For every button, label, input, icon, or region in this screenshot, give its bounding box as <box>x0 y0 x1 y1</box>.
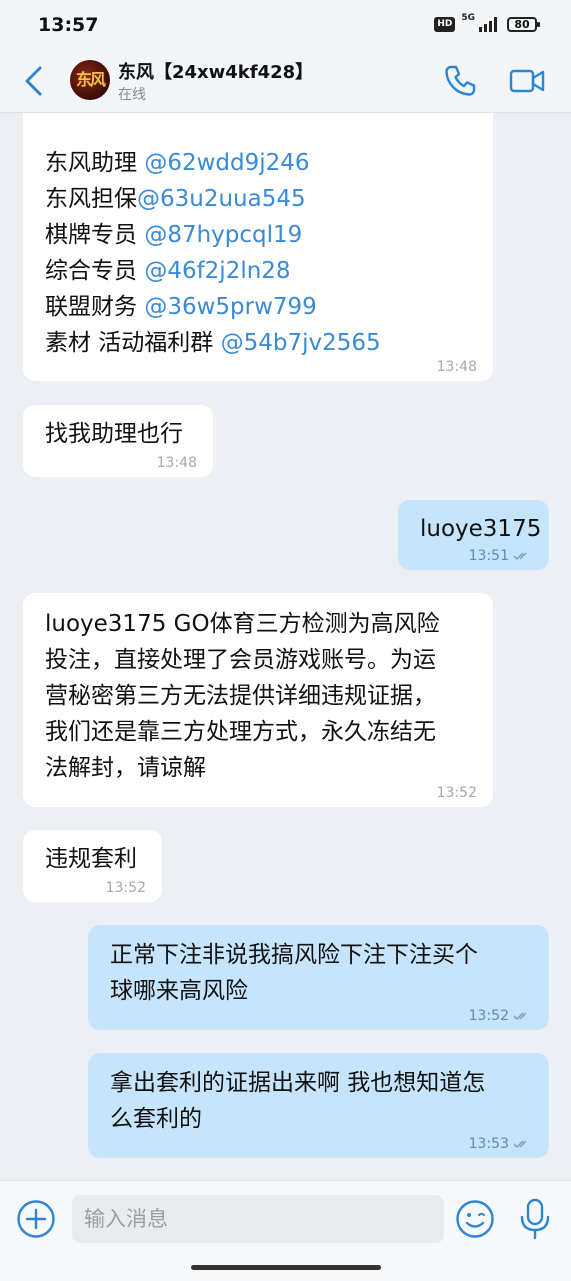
message-bubble-outgoing[interactable]: 正常下注非说我搞风险下注下注买个 球哪来高风险 13:52 <box>88 925 549 1030</box>
avatar-logo-text: 东风 <box>75 70 106 89</box>
contact-handle-link[interactable]: @54b7jv2565 <box>221 330 381 356</box>
contact-handle-link[interactable]: @36w5prw799 <box>144 294 316 320</box>
back-arrow-icon[interactable] <box>20 64 50 98</box>
avatar[interactable]: 东风 <box>70 60 110 100</box>
contact-line: 东风助理 @62wdd9j246 <box>45 150 310 176</box>
microphone-icon[interactable] <box>518 1197 552 1241</box>
read-receipt-icon <box>513 1012 527 1021</box>
contact-handle-link[interactable]: @87hypcql19 <box>144 222 302 248</box>
message-time: 13:52 <box>105 880 146 896</box>
message-list[interactable]: 东风助理 @62wdd9j246 东风担保@63u2uua545 棋牌专员 @8… <box>0 113 571 1180</box>
message-text: 违规套利 <box>45 846 137 872</box>
contact-line: 综合专员 @46f2j2ln28 <box>45 258 291 284</box>
message-input[interactable] <box>72 1195 444 1243</box>
message-bubble-outgoing[interactable]: luoye3175 13:51 <box>398 500 549 570</box>
network-type: 5G <box>461 13 475 23</box>
message-bubble-incoming[interactable]: luoye3175 GO体育三方检测为高风险 投注，直接处理了会员游戏账号。为运… <box>23 593 493 807</box>
message-bubble-incoming[interactable]: 东风助理 @62wdd9j246 东风担保@63u2uua545 棋牌专员 @8… <box>23 113 493 381</box>
message-time: 13:53 <box>469 1136 533 1152</box>
message-text: 找我助理也行 <box>45 421 183 447</box>
message-bubble-incoming[interactable]: 找我助理也行 13:48 <box>23 405 213 477</box>
status-icons: HD 5G 80 <box>434 13 540 32</box>
contact-line: 素材 活动福利群 @54b7jv2565 <box>45 330 381 356</box>
message-text: 拿出套利的证据出来啊 我也想知道怎 么套利的 <box>110 1070 486 1132</box>
online-status: 在线 <box>118 87 146 103</box>
read-receipt-icon <box>513 552 527 561</box>
signal-icon <box>479 17 497 32</box>
message-bubble-incoming[interactable]: 违规套利 13:52 <box>23 830 162 902</box>
battery-icon: 80 <box>507 16 540 32</box>
message-text: 正常下注非说我搞风险下注下注买个 球哪来高风险 <box>110 942 478 1004</box>
message-time: 13:48 <box>436 359 477 375</box>
contact-handle-link[interactable]: @62wdd9j246 <box>144 150 309 176</box>
message-time: 13:52 <box>436 785 477 801</box>
hd-icon: HD <box>434 16 456 32</box>
contact-line: 棋牌专员 @87hypcql19 <box>45 222 303 248</box>
chat-title: 东风【24xw4kf428】 <box>118 62 314 83</box>
add-attachment-icon[interactable] <box>16 1199 56 1239</box>
home-indicator[interactable] <box>191 1265 381 1270</box>
contact-handle-link[interactable]: @46f2j2ln28 <box>144 258 290 284</box>
contact-line: 东风担保@63u2uua545 <box>45 186 306 212</box>
status-bar: 13:57 HD 5G 80 <box>0 0 571 52</box>
message-text: luoye3175 <box>420 516 542 542</box>
message-text: luoye3175 GO体育三方检测为高风险 投注，直接处理了会员游戏账号。为运… <box>45 611 440 781</box>
message-bubble-outgoing[interactable]: 拿出套利的证据出来啊 我也想知道怎 么套利的 13:53 <box>88 1053 549 1158</box>
emoji-icon[interactable] <box>455 1199 495 1239</box>
status-time: 13:57 <box>38 14 99 36</box>
video-call-icon[interactable] <box>509 66 545 96</box>
message-time: 13:51 <box>469 548 533 564</box>
contact-handle-link[interactable]: @63u2uua545 <box>137 186 306 212</box>
composer-bar <box>0 1180 571 1281</box>
message-time: 13:52 <box>469 1008 533 1024</box>
contact-line: 联盟财务 @36w5prw799 <box>45 294 317 320</box>
phone-icon[interactable] <box>443 64 477 98</box>
chat-header: 东风 东风【24xw4kf428】 在线 <box>0 52 571 113</box>
message-time: 13:48 <box>156 455 197 471</box>
read-receipt-icon <box>513 1140 527 1149</box>
